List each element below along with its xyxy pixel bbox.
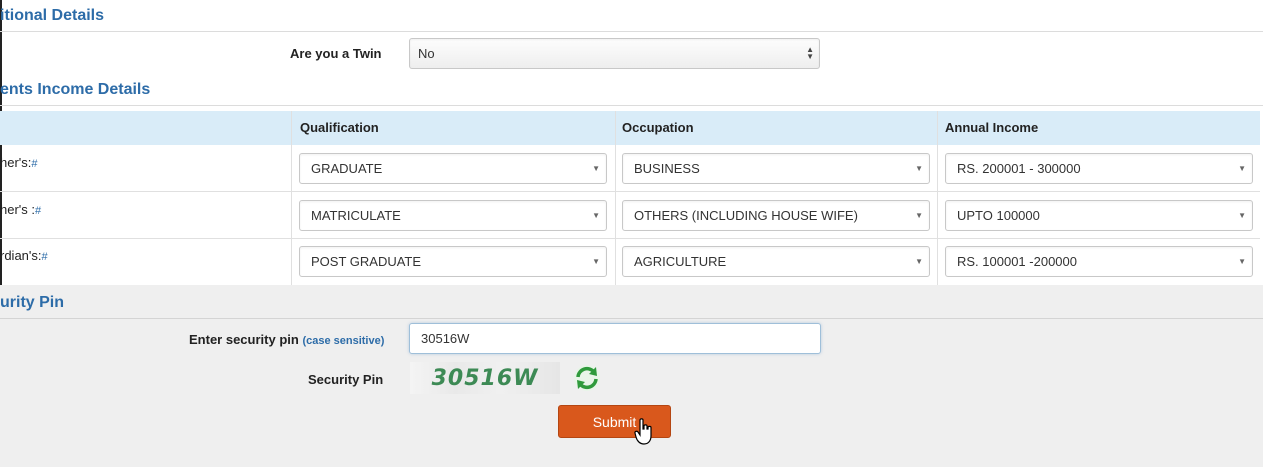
mother-row-label: her's :# (0, 202, 42, 217)
father-row-label: her's:# (0, 155, 38, 170)
select-value: RS. 200001 - 300000 (957, 161, 1081, 176)
case-sensitive-note: (case sensitive) (302, 335, 385, 347)
twin-select[interactable]: No ▲ ▼ (409, 38, 820, 69)
chevron-down-icon: ▼ (1238, 164, 1246, 173)
select-value: BUSINESS (634, 161, 700, 176)
security-pin-input[interactable]: 30516W (409, 323, 821, 354)
captcha-image: 30516W (410, 362, 560, 394)
captcha-text: 30516W (431, 365, 539, 391)
chevron-down-icon: ▼ (1238, 257, 1246, 266)
qualification-header: Qualification (300, 120, 379, 135)
guardian-row-label: rdian's:# (0, 248, 48, 263)
chevron-down-icon: ▼ (915, 257, 923, 266)
section-divider (0, 31, 1263, 32)
chevron-down-icon: ▼ (915, 211, 923, 220)
guardian-income-select[interactable]: RS. 100001 -200000 ▼ (945, 246, 1253, 277)
mother-qualification-select[interactable]: MATRICULATE ▼ (299, 200, 607, 231)
select-value: OTHERS (INCLUDING HOUSE WIFE) (634, 208, 858, 223)
mother-income-select[interactable]: UPTO 100000 ▼ (945, 200, 1253, 231)
table-divider (937, 111, 938, 285)
refresh-captcha-icon[interactable] (572, 363, 602, 393)
section-divider (0, 105, 1263, 106)
select-value: MATRICULATE (311, 208, 401, 223)
twin-label: Are you a Twin (290, 46, 382, 61)
table-row-divider (0, 191, 1260, 192)
chevron-down-icon: ▼ (1238, 211, 1246, 220)
select-value: UPTO 100000 (957, 208, 1040, 223)
chevron-down-icon: ▼ (592, 211, 600, 220)
captcha-label: Security Pin (308, 372, 384, 387)
occupation-header: Occupation (622, 120, 694, 135)
select-value: AGRICULTURE (634, 254, 727, 269)
submit-button[interactable]: Submit (558, 405, 671, 438)
table-row-divider (0, 238, 1260, 239)
income-table-header: Qualification Occupation Annual Income (0, 111, 1260, 145)
chevron-down-icon: ▼ (592, 257, 600, 266)
mother-occupation-select[interactable]: OTHERS (INCLUDING HOUSE WIFE) ▼ (622, 200, 930, 231)
security-section-background (0, 285, 1263, 467)
select-value: POST GRADUATE (311, 254, 422, 269)
income-details-title: ents Income Details (0, 81, 151, 98)
table-divider (615, 111, 616, 285)
guardian-qualification-select[interactable]: POST GRADUATE ▼ (299, 246, 607, 277)
father-occupation-select[interactable]: BUSINESS ▼ (622, 153, 930, 184)
enter-pin-label: Enter security pin (case sensitive) (189, 332, 385, 347)
table-divider (291, 111, 292, 285)
select-updown-icon: ▲ ▼ (806, 45, 814, 61)
father-income-select[interactable]: RS. 200001 - 300000 ▼ (945, 153, 1253, 184)
security-pin-title: urity Pin (0, 294, 65, 311)
annual-income-header: Annual Income (945, 120, 1039, 135)
additional-details-title: itional Details (0, 7, 105, 24)
pin-input-value: 30516W (421, 331, 470, 346)
select-value: GRADUATE (311, 161, 383, 176)
twin-select-value: No (418, 46, 435, 61)
hand-cursor-icon (634, 418, 652, 445)
chevron-down-icon: ▼ (592, 164, 600, 173)
guardian-occupation-select[interactable]: AGRICULTURE ▼ (622, 246, 930, 277)
chevron-down-icon: ▼ (915, 164, 923, 173)
father-qualification-select[interactable]: GRADUATE ▼ (299, 153, 607, 184)
section-divider (0, 318, 1263, 319)
select-value: RS. 100001 -200000 (957, 254, 1077, 269)
